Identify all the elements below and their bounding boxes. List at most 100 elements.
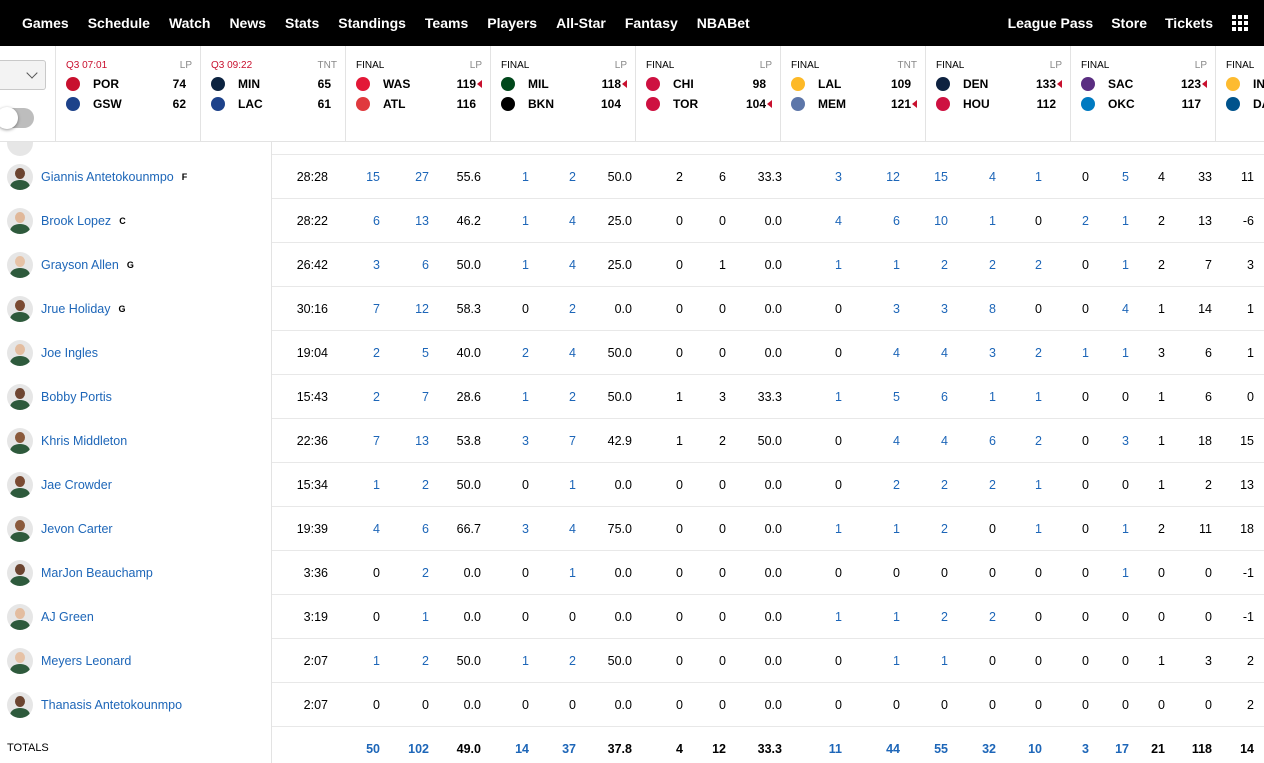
stat-cell[interactable]: 2 xyxy=(898,507,948,551)
nav-item-tickets[interactable]: Tickets xyxy=(1165,15,1213,31)
stat-cell[interactable]: 1 xyxy=(792,375,842,419)
stat-cell[interactable]: 6 xyxy=(330,199,380,243)
total-stat-cell[interactable]: 10 xyxy=(992,727,1042,763)
stat-cell[interactable]: 2 xyxy=(992,331,1042,375)
total-stat-cell[interactable]: 11 xyxy=(792,727,842,763)
stat-cell[interactable]: 6 xyxy=(946,419,996,463)
nav-item-standings[interactable]: Standings xyxy=(338,15,406,31)
player-name-link[interactable]: Khris Middleton xyxy=(41,434,127,448)
stat-cell[interactable]: 2 xyxy=(379,463,429,507)
stat-cell[interactable]: 2 xyxy=(526,639,576,683)
player-name-link[interactable]: Jevon Carter xyxy=(41,522,113,536)
stat-cell[interactable]: 1 xyxy=(850,507,900,551)
nav-item-games[interactable]: Games xyxy=(22,15,69,31)
stat-cell[interactable]: 2 xyxy=(526,287,576,331)
stat-cell[interactable]: 1 xyxy=(992,155,1042,199)
stat-cell[interactable]: 2 xyxy=(479,331,529,375)
nav-item-players[interactable]: Players xyxy=(487,15,537,31)
stat-cell[interactable]: 1 xyxy=(850,595,900,639)
stat-cell[interactable]: 5 xyxy=(850,375,900,419)
player-name-link[interactable]: Meyers Leonard xyxy=(41,654,131,668)
stat-cell[interactable]: 7 xyxy=(330,419,380,463)
stat-cell[interactable]: 4 xyxy=(850,419,900,463)
player-name-link[interactable]: Joe Ingles xyxy=(41,346,98,360)
stat-cell[interactable]: 3 xyxy=(850,287,900,331)
stat-cell[interactable]: 1 xyxy=(330,463,380,507)
stat-cell[interactable]: 2 xyxy=(992,419,1042,463)
player-name-link[interactable]: Giannis Antetokounmpo xyxy=(41,170,174,184)
stat-cell[interactable]: 1 xyxy=(792,243,842,287)
player-name-link[interactable]: Bobby Portis xyxy=(41,390,112,404)
player-name-link[interactable]: Brook Lopez xyxy=(41,214,111,228)
stat-cell[interactable]: 4 xyxy=(898,331,948,375)
stat-cell[interactable]: 1 xyxy=(946,199,996,243)
stat-cell[interactable]: 3 xyxy=(479,507,529,551)
stat-cell[interactable]: 4 xyxy=(526,507,576,551)
stat-cell[interactable]: 1 xyxy=(946,375,996,419)
stat-cell[interactable]: 6 xyxy=(379,507,429,551)
stat-cell[interactable]: 2 xyxy=(898,463,948,507)
nav-item-store[interactable]: Store xyxy=(1111,15,1147,31)
game-card[interactable]: FINAL LP CHI 98 TOR 104 xyxy=(635,46,780,141)
stat-cell[interactable]: 1 xyxy=(792,507,842,551)
scores-toggle[interactable] xyxy=(0,107,34,129)
stat-cell[interactable]: 12 xyxy=(379,287,429,331)
stat-cell[interactable]: 1 xyxy=(479,155,529,199)
stat-cell[interactable]: 5 xyxy=(379,331,429,375)
stat-cell[interactable]: 2 xyxy=(992,243,1042,287)
stat-cell[interactable]: 13 xyxy=(379,199,429,243)
stat-cell[interactable]: 4 xyxy=(526,331,576,375)
stat-cell[interactable]: 6 xyxy=(898,375,948,419)
stat-cell[interactable]: 3 xyxy=(792,155,842,199)
nav-item-fantasy[interactable]: Fantasy xyxy=(625,15,678,31)
total-stat-cell[interactable]: 14 xyxy=(479,727,529,763)
stat-cell[interactable]: 1 xyxy=(898,639,948,683)
player-name-link[interactable]: AJ Green xyxy=(41,610,94,624)
league-select[interactable] xyxy=(0,60,46,90)
app-grid-icon[interactable] xyxy=(1232,15,1248,31)
nav-item-news[interactable]: News xyxy=(229,15,266,31)
stat-cell[interactable]: 3 xyxy=(946,331,996,375)
player-name-link[interactable]: Thanasis Antetokounmpo xyxy=(41,698,182,712)
game-card[interactable]: Q3 09:22 TNT MIN 65 LAC 61 xyxy=(200,46,345,141)
stat-cell[interactable]: 2 xyxy=(330,331,380,375)
stat-cell[interactable]: 2 xyxy=(898,243,948,287)
total-stat-cell[interactable]: 102 xyxy=(379,727,429,763)
stat-cell[interactable]: 3 xyxy=(330,243,380,287)
stat-cell[interactable]: 1 xyxy=(526,551,576,595)
nav-item-schedule[interactable]: Schedule xyxy=(88,15,150,31)
stat-cell[interactable]: 4 xyxy=(946,155,996,199)
stat-cell[interactable]: 1 xyxy=(479,639,529,683)
total-stat-cell[interactable]: 50 xyxy=(330,727,380,763)
nav-item-stats[interactable]: Stats xyxy=(285,15,319,31)
stat-cell[interactable]: 6 xyxy=(379,243,429,287)
player-name-link[interactable]: Jrue Holiday xyxy=(41,302,110,316)
stat-cell[interactable]: 1 xyxy=(526,463,576,507)
stat-cell[interactable]: 1 xyxy=(330,639,380,683)
stat-cell[interactable]: 4 xyxy=(792,199,842,243)
stat-cell[interactable]: 1 xyxy=(479,199,529,243)
stat-cell[interactable]: 15 xyxy=(898,155,948,199)
stat-cell[interactable]: 2 xyxy=(379,551,429,595)
stat-cell[interactable]: 1 xyxy=(792,595,842,639)
stat-cell[interactable]: 1 xyxy=(479,243,529,287)
stat-cell[interactable]: 1 xyxy=(379,595,429,639)
nav-item-teams[interactable]: Teams xyxy=(425,15,468,31)
stat-cell[interactable]: 3 xyxy=(479,419,529,463)
stat-cell[interactable]: 4 xyxy=(898,419,948,463)
stat-cell[interactable]: 1 xyxy=(850,243,900,287)
stat-cell[interactable]: 2 xyxy=(946,463,996,507)
stat-cell[interactable]: 1 xyxy=(479,375,529,419)
stat-cell[interactable]: 1 xyxy=(992,463,1042,507)
player-name-link[interactable]: MarJon Beauchamp xyxy=(41,566,153,580)
nav-item-league-pass[interactable]: League Pass xyxy=(1008,15,1094,31)
stat-cell[interactable]: 1 xyxy=(850,639,900,683)
stat-cell[interactable]: 13 xyxy=(379,419,429,463)
stat-cell[interactable]: 7 xyxy=(379,375,429,419)
nav-item-all-star[interactable]: All-Star xyxy=(556,15,606,31)
game-card[interactable]: FINAL IN DA xyxy=(1215,46,1264,141)
stat-cell[interactable]: 2 xyxy=(850,463,900,507)
game-card[interactable]: FINAL LP WAS 119 ATL 116 xyxy=(345,46,490,141)
stat-cell[interactable]: 15 xyxy=(330,155,380,199)
stat-cell[interactable]: 1 xyxy=(992,507,1042,551)
